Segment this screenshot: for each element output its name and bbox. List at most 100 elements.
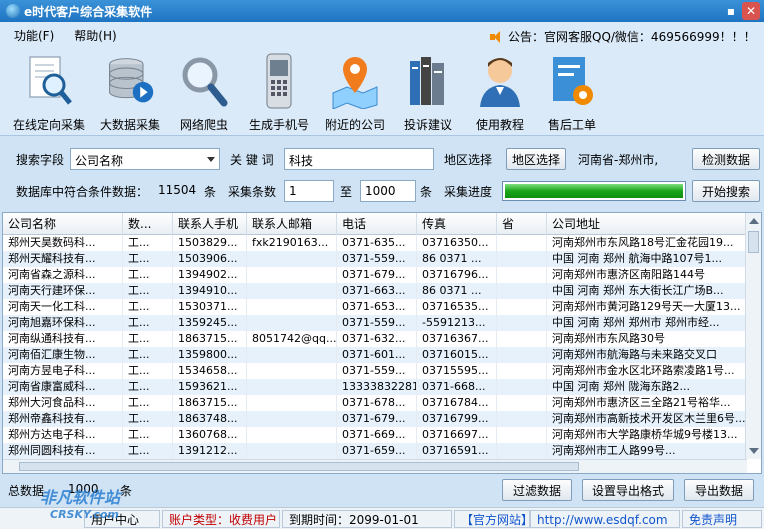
table-cell: 0371-668... [417,379,497,395]
tool-complaint[interactable]: 投诉建议 [396,48,460,136]
region-select-button[interactable]: 地区选择 [506,148,566,170]
tool-label: 网络爬虫 [179,118,228,132]
table-row[interactable]: 郑州方达电子科... 工... 1360768... 0371-669... 03716… [3,427,747,443]
table-cell: 郑州同圆科技有... [3,443,123,459]
tool-tutorial[interactable]: 使用教程 [468,48,532,136]
results-table[interactable]: 公司名称 数... 联系人手机 联系人邮箱 电话 传真 省 公司地址 郑州天昊数… [2,212,762,474]
account-type: 账户类型：收费用户 [162,510,280,528]
table-cell: 工... [123,395,173,411]
table-cell [497,331,547,347]
website-link[interactable]: http://www.esdqf.com [530,510,680,528]
collect-from-input[interactable]: 1 [284,180,334,202]
table-cell: 0371-663... [337,283,417,299]
table-row[interactable]: 郑州帝鑫科技有... 工... 1863748... 0371-679... 03716… [3,411,747,427]
table-cell: -5591213... [417,315,497,331]
table-cell [497,363,547,379]
collect-unit: 条 [420,185,433,199]
filter-data-button[interactable]: 过滤数据 [502,479,572,501]
table-cell: 13333832281 [337,379,417,395]
app-logo-icon [6,4,20,18]
export-format-button[interactable]: 设置导出格式 [582,479,674,501]
table-cell: 郑州大河食品科... [3,395,123,411]
table-cell [247,427,337,443]
table-row[interactable]: 河南纵通科技有... 工... 1863715... 8051742@qq... 037… [3,331,747,347]
scroll-down-icon[interactable] [749,448,759,454]
table-row[interactable]: 河南省康富威科... 工... 1593621... 13333832281 0371-… [3,379,747,395]
table-cell: 0371-632... [337,331,417,347]
table-cell: 工... [123,299,173,315]
scroll-up-icon[interactable] [749,218,759,224]
table-cell [247,443,337,459]
tool-label: 附近的公司 [324,118,385,132]
column-header[interactable]: 联系人邮箱 [247,213,337,235]
tool-after-sales[interactable]: 售后工单 [538,48,606,136]
column-header[interactable]: 电话 [337,213,417,235]
table-cell [247,283,337,299]
column-header[interactable]: 公司名称 [3,213,123,235]
collect-row: 数据库中符合条件数据： 11504 条 采集条数 1 至 1000 条 采集进度… [0,178,764,204]
tool-bigdata-collect[interactable]: 大数据采集 [94,48,166,136]
table-cell: 0371-559... [337,363,417,379]
table-row[interactable]: 河南天一化工科... 工... 1530371... 0371-653... 03716… [3,299,747,315]
database-icon [104,52,156,110]
db-count-label: 数据库中符合条件数据： [16,185,149,199]
table-row[interactable]: 河南省森之源科... 工... 1394902... 0371-679... 03716… [3,267,747,283]
tool-nearby-company[interactable]: 附近的公司 [320,48,390,136]
scroll-thumb[interactable] [748,231,759,253]
table-row[interactable]: 郑州天昊数码科... 工... 1503829... fxk2190163... 037… [3,235,747,251]
collect-to-input[interactable]: 1000 [360,180,416,202]
tool-web-crawler[interactable]: 网络爬虫 [172,48,236,136]
table-cell: 1503906... [173,251,247,267]
start-search-button[interactable]: 开始搜索 [692,180,760,202]
table-cell: 工... [123,267,173,283]
table-cell: 中国 河南 郑州 航海中路107号1... [547,251,747,267]
table-cell: 郑州天耀科技有... [3,251,123,267]
table-row[interactable]: 郑州大河食品科... 工... 1863715... 0371-678... 03716… [3,395,747,411]
scroll-thumb[interactable] [19,462,579,471]
tool-label: 生成手机号 [248,118,309,132]
table-row[interactable]: 河南天行建环保... 工... 1394910... 0371-663... 86 03… [3,283,747,299]
horizontal-scrollbar[interactable] [3,459,747,473]
table-cell [497,235,547,251]
tool-label: 大数据采集 [99,118,160,132]
tool-generate-phone[interactable]: 生成手机号 [244,48,314,136]
menu-help[interactable]: 帮助(H) [74,27,116,44]
export-data-button[interactable]: 导出数据 [684,479,754,501]
table-cell: 0371-601... [337,347,417,363]
tool-label: 投诉建议 [403,118,452,132]
table-row[interactable]: 河南佰汇康生物... 工... 1359800... 0371-601... 03716… [3,347,747,363]
close-button[interactable]: ✕ [742,2,760,20]
vertical-scrollbar[interactable] [745,213,761,459]
table-cell: 1530371... [173,299,247,315]
column-header[interactable]: 公司地址 [547,213,747,235]
detect-data-button[interactable]: 检测数据 [692,148,760,170]
tool-online-collect[interactable]: 在线定向采集 [10,48,88,136]
table-row[interactable]: 河南方昱电子科... 工... 1534658... 0371-559... 03715… [3,363,747,379]
column-header[interactable]: 数... [123,213,173,235]
menu-function[interactable]: 功能(F) [14,27,54,44]
table-cell [497,379,547,395]
magnifier-document-icon [23,52,75,110]
column-header[interactable]: 联系人手机 [173,213,247,235]
table-cell: 河南省森之源科... [3,267,123,283]
table-row[interactable]: 郑州天耀科技有... 工... 1503906... 0371-559... 86 03… [3,251,747,267]
disclaimer-link[interactable]: 免责声明 [682,510,762,528]
table-cell: 河南郑州市黄河路129号天一大厦13... [547,299,747,315]
table-cell: 工... [123,347,173,363]
table-cell: 工... [123,235,173,251]
table-row[interactable]: 河南旭嘉环保科... 工... 1359245... 0371-559... -5591… [3,315,747,331]
table-cell: 86 0371 ... [417,283,497,299]
column-header[interactable]: 省 [497,213,547,235]
watermark-line2: CRSKY.com [50,508,119,521]
table-cell: 郑州方达电子科... [3,427,123,443]
table-cell: 03716799... [417,411,497,427]
minimize-button[interactable]: ▪ [722,2,740,20]
search-field-select[interactable]: 公司名称 [70,148,220,170]
keyword-input[interactable]: 科技 [284,148,434,170]
table-cell [497,251,547,267]
books-icon [402,52,454,110]
table-cell [497,411,547,427]
table-row[interactable]: 郑州同圆科技有... 工... 1391212... 0371-659... 03716… [3,443,747,459]
column-header[interactable]: 传真 [417,213,497,235]
expiry-date: 到期时间：2099-01-01 [282,510,452,528]
